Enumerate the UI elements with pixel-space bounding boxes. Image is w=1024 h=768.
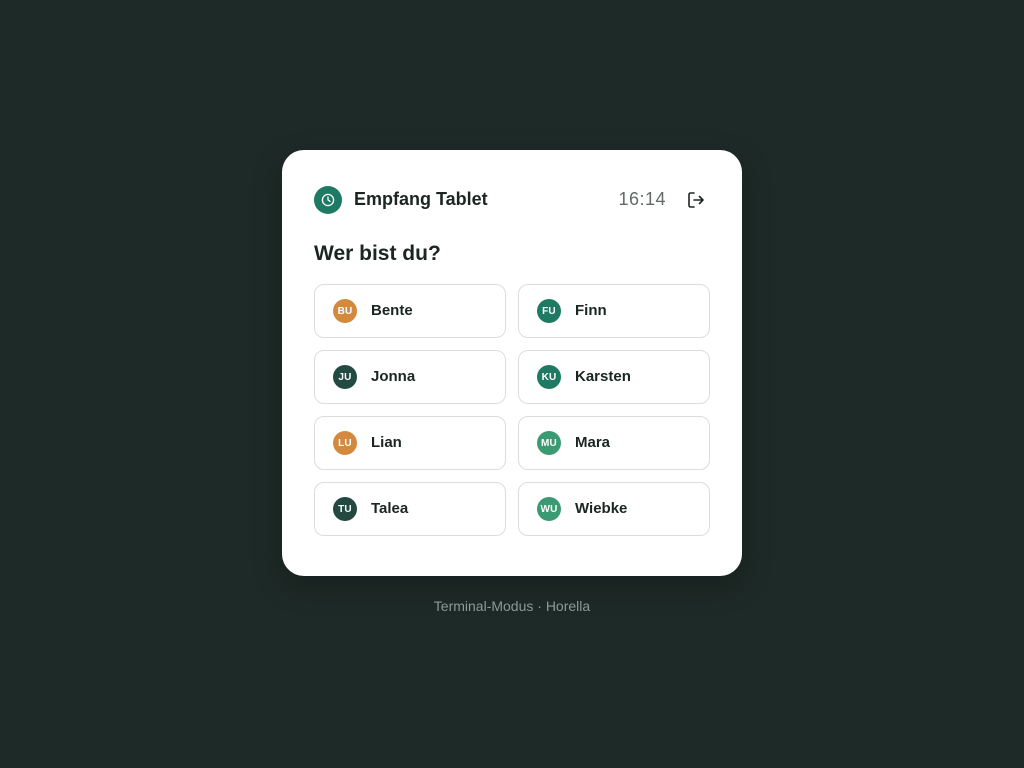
person-button-karsten[interactable]: KU Karsten <box>518 350 710 404</box>
person-button-bente[interactable]: BU Bente <box>314 284 506 338</box>
person-name: Lian <box>371 434 402 451</box>
person-button-jonna[interactable]: JU Jonna <box>314 350 506 404</box>
avatar: LU <box>333 431 357 455</box>
avatar: MU <box>537 431 561 455</box>
terminal-name: Empfang Tablet <box>354 189 488 209</box>
user-select-card: Empfang Tablet 16:14 Wer bist du? BU Bent… <box>282 150 742 576</box>
person-name: Wiebke <box>575 500 628 517</box>
current-time: 16:14 <box>618 189 666 209</box>
avatar: WU <box>537 497 561 521</box>
person-name: Bente <box>371 302 413 319</box>
terminal-screen: Empfang Tablet 16:14 Wer bist du? BU Bent… <box>0 0 1024 768</box>
person-name: Jonna <box>371 368 416 385</box>
clock-icon <box>314 186 342 214</box>
page-title: Wer bist du? <box>314 242 441 265</box>
person-name: Mara <box>575 434 611 451</box>
person-name: Finn <box>575 302 607 319</box>
avatar: TU <box>333 497 357 521</box>
person-name: Talea <box>371 500 409 517</box>
person-button-talea[interactable]: TU Talea <box>314 482 506 536</box>
avatar: KU <box>537 365 561 389</box>
card-header: Empfang Tablet 16:14 <box>314 186 710 214</box>
person-button-finn[interactable]: FU Finn <box>518 284 710 338</box>
person-button-lian[interactable]: LU Lian <box>314 416 506 470</box>
person-button-mara[interactable]: MU Mara <box>518 416 710 470</box>
logout-icon <box>686 190 706 210</box>
footer-text: Terminal-Modus · Horella <box>433 598 591 614</box>
logout-button[interactable] <box>682 186 710 214</box>
avatar: FU <box>537 299 561 323</box>
people-grid: BU Bente FU Finn JU Jonna KU Karsten LU Lian MU Mar… <box>314 284 710 536</box>
person-button-wiebke[interactable]: WU Wiebke <box>518 482 710 536</box>
avatar: JU <box>333 365 357 389</box>
avatar: BU <box>333 299 357 323</box>
person-name: Karsten <box>575 368 631 385</box>
